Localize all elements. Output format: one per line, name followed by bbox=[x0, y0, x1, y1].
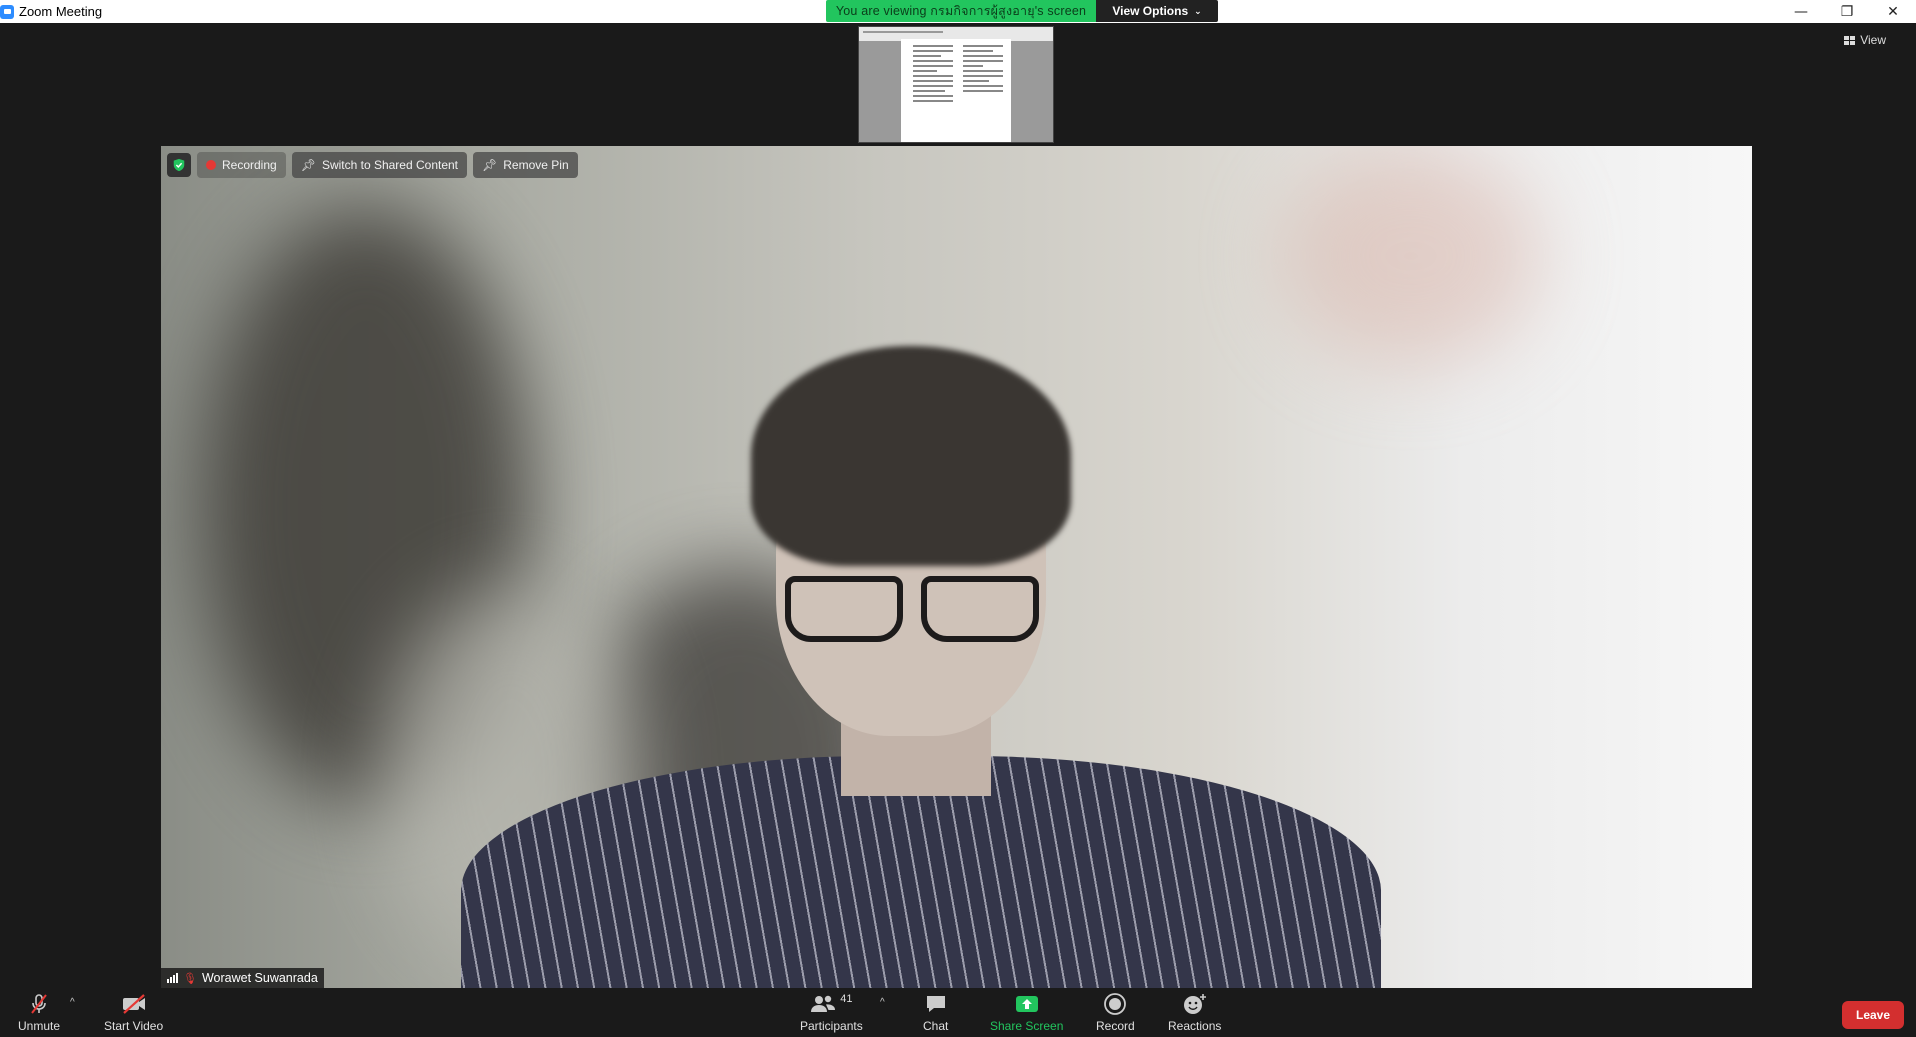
pin-icon: 📌︎ bbox=[300, 158, 316, 172]
background-blur-warm bbox=[1281, 146, 1541, 366]
minimize-button[interactable]: — bbox=[1778, 0, 1824, 23]
leave-button[interactable]: Leave bbox=[1842, 1001, 1904, 1029]
video-off-icon bbox=[120, 992, 148, 1016]
chat-label: Chat bbox=[923, 1019, 949, 1033]
view-options-button[interactable]: View Options ⌄ bbox=[1096, 0, 1218, 22]
chevron-down-icon: ⌄ bbox=[1194, 5, 1202, 16]
reactions-button[interactable]: Reactions bbox=[1168, 992, 1221, 1033]
chat-button[interactable]: Chat bbox=[923, 992, 948, 1033]
record-button[interactable]: Record bbox=[1096, 992, 1135, 1033]
start-video-button[interactable]: Start Video bbox=[104, 992, 163, 1033]
switch-to-shared-content-button[interactable]: 📌︎ Switch to Shared Content bbox=[291, 152, 468, 178]
unmute-label: Unmute bbox=[18, 1019, 61, 1033]
viewing-screen-label: You are viewing กรมกิจการผู้สูงอายุ's sc… bbox=[826, 0, 1096, 22]
restore-button[interactable]: ❐ bbox=[1824, 0, 1870, 23]
connection-signal-icon bbox=[167, 973, 178, 983]
thumbnail-margin-right bbox=[1009, 41, 1053, 142]
participant-glasses bbox=[781, 566, 1046, 646]
video-overlay-bar: Recording 📌︎ Switch to Shared Content 📌︎… bbox=[167, 152, 578, 178]
record-icon bbox=[1103, 992, 1127, 1016]
thumbnail-document-page bbox=[901, 39, 1011, 142]
chat-bubble-icon bbox=[924, 992, 948, 1016]
remove-pin-button[interactable]: 📌︎ Remove Pin bbox=[473, 152, 578, 178]
window-title: Zoom Meeting bbox=[19, 4, 103, 19]
encryption-shield-icon[interactable] bbox=[167, 153, 191, 177]
view-layout-label: View bbox=[1860, 33, 1886, 47]
pinned-video[interactable]: Recording 📌︎ Switch to Shared Content 📌︎… bbox=[161, 146, 1752, 988]
share-screen-button[interactable]: Share Screen bbox=[990, 992, 1063, 1033]
grid-view-icon bbox=[1844, 35, 1856, 45]
participant-name-tag: 🎙︎ Worawet Suwanrada bbox=[161, 968, 324, 988]
recording-label: Recording bbox=[222, 158, 277, 172]
reactions-smiley-icon bbox=[1182, 992, 1208, 1016]
reactions-label: Reactions bbox=[1168, 1019, 1222, 1033]
recording-indicator[interactable]: Recording bbox=[197, 152, 286, 178]
audio-options-caret[interactable]: ^ bbox=[70, 997, 75, 1008]
view-layout-button[interactable]: View bbox=[1844, 33, 1886, 47]
meeting-toolbar: Unmute ^ Start Video 41 Participants ^ C… bbox=[0, 988, 1916, 1037]
switch-shared-label: Switch to Shared Content bbox=[321, 158, 459, 172]
screen-share-banner: You are viewing กรมกิจการผู้สูงอายุ's sc… bbox=[826, 0, 1218, 22]
remove-pin-label: Remove Pin bbox=[503, 158, 569, 172]
zoom-app-icon bbox=[0, 4, 14, 19]
participants-label: Participants bbox=[800, 1019, 863, 1033]
share-screen-label: Share Screen bbox=[990, 1019, 1064, 1033]
participants-icon: 41 bbox=[810, 992, 852, 1016]
participant-hair bbox=[751, 346, 1071, 566]
record-label: Record bbox=[1096, 1019, 1135, 1033]
muted-mic-icon: 🎙︎ bbox=[183, 972, 197, 985]
pin-icon: 📌︎ bbox=[482, 158, 498, 172]
participants-button[interactable]: 41 Participants bbox=[800, 992, 863, 1033]
shared-screen-thumbnail[interactable] bbox=[858, 26, 1054, 143]
participants-options-caret[interactable]: ^ bbox=[880, 997, 885, 1008]
participant-name: Worawet Suwanrada bbox=[201, 971, 318, 985]
participants-count: 41 bbox=[840, 993, 853, 1005]
window-controls: — ❐ ✕ bbox=[1778, 0, 1916, 23]
unmute-button[interactable]: Unmute bbox=[18, 992, 60, 1033]
recording-dot-icon bbox=[206, 160, 216, 170]
muted-microphone-icon bbox=[27, 992, 51, 1016]
view-options-label: View Options bbox=[1112, 4, 1189, 18]
share-screen-icon bbox=[1014, 992, 1040, 1016]
close-button[interactable]: ✕ bbox=[1870, 0, 1916, 23]
start-video-label: Start Video bbox=[104, 1019, 164, 1033]
thumbnail-margin-left bbox=[859, 41, 901, 142]
